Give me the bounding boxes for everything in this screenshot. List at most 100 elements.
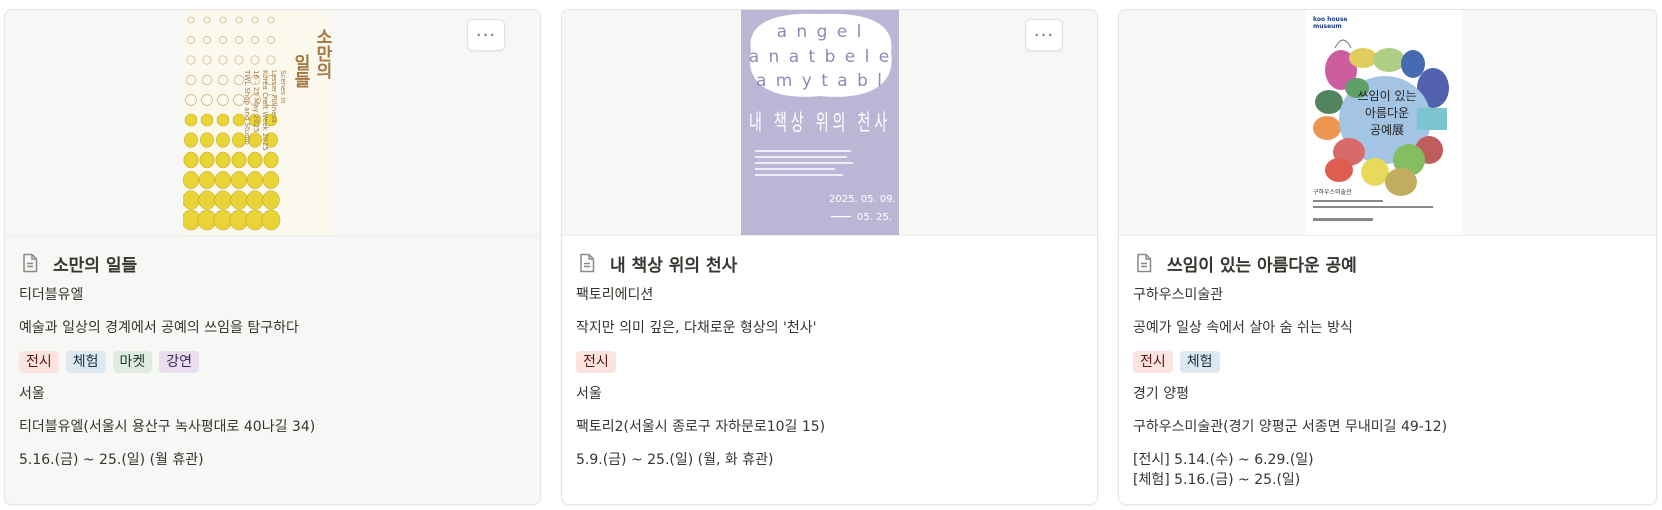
address-text: 티더블유엘(서울시 용산구 녹사평대로 40나길 34) <box>19 419 316 435</box>
poster-decoration <box>246 190 264 210</box>
poster-decoration <box>219 16 227 24</box>
poster-decoration <box>214 190 232 210</box>
poster-decoration <box>250 55 260 65</box>
poster-korean-title: 내 책상 위의 천사 <box>749 111 891 136</box>
tag-list: 전시 <box>576 345 1083 378</box>
region-text: 서울 <box>19 386 45 402</box>
poster-decoration <box>262 190 280 210</box>
poster-overlay-line: 공예展 <box>1370 123 1404 137</box>
venue-text: 구하우스미술관 <box>1133 287 1224 303</box>
document-icon <box>580 253 595 273</box>
poster-logo-line: museum <box>1313 23 1342 30</box>
poster-decoration <box>183 171 200 189</box>
poster-decoration <box>198 171 216 189</box>
poster-decoration <box>218 55 228 65</box>
more-options-button[interactable]: ··· <box>467 19 505 51</box>
poster-decoration <box>251 16 259 24</box>
poster-cloud-line: a n a t b e l e <box>749 47 892 67</box>
poster-subtitle-line: Lesser Fullness <box>270 70 278 123</box>
tag-badge: 마켓 <box>112 350 153 373</box>
poster-decoration <box>235 36 243 44</box>
poster-decoration <box>216 113 230 127</box>
poster-decoration <box>217 94 229 106</box>
poster-image: 소만의 일들 Scenes in Lesser Fullness Korea Cra… <box>183 10 332 235</box>
poster-decoration <box>185 74 197 86</box>
poster-decoration <box>187 16 195 24</box>
poster-subtitle-line: 16 – 25 May 2025 <box>252 70 260 133</box>
description-text: 예술과 일상의 경계에서 공예의 쓰임을 탐구하다 <box>19 320 299 336</box>
poster-cloud-line: a n g e l <box>777 22 864 42</box>
more-options-button[interactable]: ··· <box>1025 19 1063 51</box>
poster-decoration <box>231 151 247 169</box>
poster-footer: 구하우스미술관 <box>1313 188 1352 196</box>
document-icon <box>1137 253 1152 273</box>
region-text: 서울 <box>576 386 602 402</box>
tag-badge: 체험 <box>65 350 106 373</box>
poster-decoration <box>266 55 276 65</box>
card-cover: koo house museum 쓰임이 있는 아름다운 공예展 구하우스미술관 <box>1119 10 1656 236</box>
poster-decoration <box>261 209 281 231</box>
poster-decoration <box>201 74 213 86</box>
poster-overlay-line: 쓰임이 있는 <box>1357 89 1416 103</box>
region-text: 경기 양평 <box>1133 386 1189 402</box>
date-text: [체험] 5.16.(금) ~ 25.(일) <box>1133 472 1301 488</box>
poster-title-2: 일들 <box>290 54 310 88</box>
tag-badge: 전시 <box>576 350 616 373</box>
poster-decoration <box>186 55 196 65</box>
poster-decoration <box>263 151 279 169</box>
poster-decoration <box>267 36 275 44</box>
tag-badge: 체험 <box>1179 350 1220 373</box>
poster-image: a n g e l a n a t b e l e a m y t a b l … <box>741 10 899 235</box>
poster-decoration <box>203 16 211 24</box>
poster-decoration <box>215 151 231 169</box>
poster-decoration <box>214 171 232 189</box>
poster-decoration <box>262 171 280 189</box>
poster-decoration <box>230 171 248 189</box>
poster-decoration <box>246 171 264 189</box>
poster-decoration <box>202 55 212 65</box>
tag-badge: 전시 <box>1133 350 1173 373</box>
poster-decoration <box>267 16 275 24</box>
poster-decoration <box>203 36 211 44</box>
gallery-card[interactable]: koo house museum 쓰임이 있는 아름다운 공예展 구하우스미술관… <box>1118 9 1657 505</box>
tag-badge: 강연 <box>159 350 200 373</box>
poster-subtitle-line: Korea Craft Week 2025 <box>261 70 269 151</box>
poster-decoration <box>200 113 214 127</box>
document-icon <box>23 253 38 273</box>
poster-date-start: 2025. 05. 09. <box>829 194 896 205</box>
poster-cloud-line: a m y t a b l <box>756 71 884 91</box>
address-text: 팩토리2(서울시 종로구 자하문로10길 15) <box>576 419 826 435</box>
gallery-card[interactable]: a n g e l a n a t b e l e a m y t a b l … <box>561 9 1098 505</box>
venue-text: 팩토리에디션 <box>576 287 654 303</box>
address-text: 구하우스미술관(경기 양평군 서종면 무내미길 49-12) <box>1133 419 1448 435</box>
poster-logo-line: koo house <box>1313 16 1347 23</box>
date-text: 5.16.(금) ~ 25.(일) (월 휴관) <box>19 452 204 468</box>
card-cover: a n g e l a n a t b e l e a m y t a b l … <box>562 10 1097 236</box>
poster-decoration <box>200 132 214 148</box>
poster-decoration <box>184 113 198 127</box>
date-text: [전시] 5.14.(수) ~ 6.29.(일) <box>1133 452 1314 468</box>
card-title[interactable]: 소만의 일들 <box>53 251 137 276</box>
tag-list: 전시 체험 마켓 강연 <box>19 345 526 378</box>
poster-decoration <box>213 209 233 231</box>
poster-subtitle-line: TWL Shop and Studio <box>243 69 251 145</box>
poster-decoration <box>184 132 198 148</box>
tag-list: 전시 체험 <box>1133 345 1642 378</box>
gallery-view: 소만의 일들 Scenes in Lesser Fullness Korea Cra… <box>0 0 1662 510</box>
poster-decoration <box>183 151 199 169</box>
poster-decoration <box>198 190 216 210</box>
poster-decoration <box>230 190 248 210</box>
card-title[interactable]: 내 책상 위의 천사 <box>610 251 737 276</box>
poster-decoration <box>199 151 215 169</box>
poster-decoration <box>201 94 213 106</box>
card-title[interactable]: 쓰임이 있는 아름다운 공예 <box>1167 251 1357 276</box>
poster-subtitle-line: Scenes in <box>279 70 287 104</box>
poster-decoration <box>251 36 259 44</box>
poster-decoration <box>219 36 227 44</box>
poster-decoration <box>235 16 243 24</box>
poster-decoration <box>247 151 263 169</box>
date-list: [전시] 5.14.(수) ~ 6.29.(일) [체험] 5.16.(금) ~… <box>1133 450 1642 490</box>
gallery-card[interactable]: 소만의 일들 Scenes in Lesser Fullness Korea Cra… <box>4 9 541 505</box>
date-text: 5.9.(금) ~ 25.(일) (월, 화 휴관) <box>576 452 774 468</box>
poster-overlay-line: 아름다운 <box>1365 106 1409 120</box>
